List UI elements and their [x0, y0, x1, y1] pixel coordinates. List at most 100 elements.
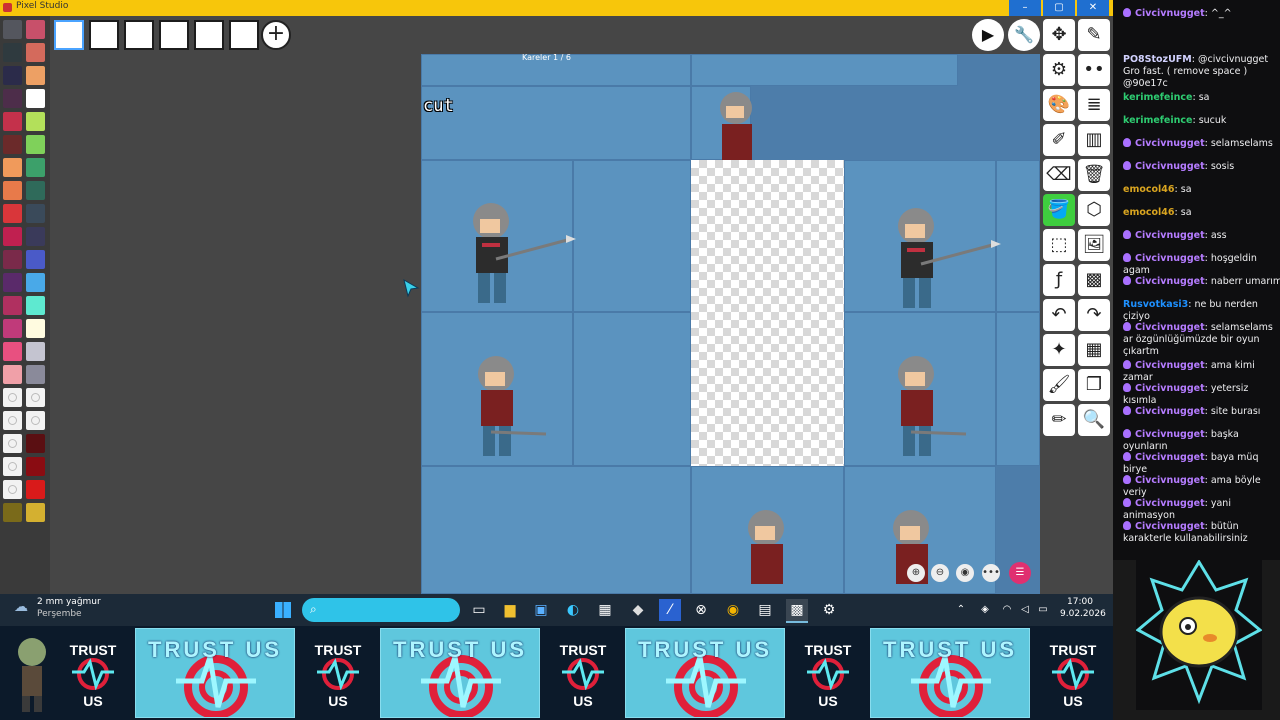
layers-icon[interactable]: ≣ — [1078, 89, 1110, 121]
color-swatch[interactable] — [3, 342, 22, 361]
calculator-icon[interactable]: ▦ — [594, 599, 616, 621]
duplicate-icon[interactable]: ❐ — [1078, 369, 1110, 401]
chat-username[interactable]: Civcivnugget — [1135, 452, 1205, 463]
tray-chevron-icon[interactable]: ⌃ — [950, 599, 972, 621]
color-swatch[interactable] — [26, 135, 45, 154]
color-swatch[interactable] — [3, 411, 22, 430]
chat-username[interactable]: Civcivnugget — [1135, 8, 1205, 19]
settings-icon[interactable]: ⚙ — [818, 599, 840, 621]
color-swatch[interactable] — [26, 66, 45, 85]
battery-icon[interactable]: ▭ — [1032, 599, 1054, 621]
color-swatch[interactable] — [3, 388, 22, 407]
frame-thumbnail[interactable] — [194, 20, 224, 50]
line-tool-icon[interactable]: ✏ — [1043, 404, 1075, 436]
frame-thumbnail[interactable] — [159, 20, 189, 50]
search-input[interactable]: ⌕ — [302, 598, 460, 622]
color-swatch[interactable] — [26, 319, 45, 338]
chat-username[interactable]: Civcivnugget — [1135, 429, 1205, 440]
task-view-icon[interactable]: ▭ — [468, 599, 490, 621]
edge-icon[interactable]: ◐ — [562, 599, 584, 621]
clock-date[interactable]: 9.02.2026 — [1060, 609, 1106, 619]
color-swatch[interactable] — [26, 158, 45, 177]
color-swatch[interactable] — [26, 204, 45, 223]
brush-icon[interactable]: 🖌 — [1043, 369, 1075, 401]
eyedropper-icon[interactable]: ✐ — [1043, 124, 1075, 156]
notepad-icon[interactable]: ▤ — [754, 599, 776, 621]
color-swatch[interactable] — [3, 480, 22, 499]
pencil-tool-icon[interactable]: ✎ — [1078, 19, 1110, 51]
chat-username[interactable]: Civcivnugget — [1135, 475, 1205, 486]
fill-icon[interactable]: 🪣 — [1043, 194, 1075, 226]
preview-icon[interactable]: ◉ — [956, 564, 974, 582]
color-swatch[interactable] — [26, 503, 45, 522]
color-swatch[interactable] — [3, 112, 22, 131]
color-swatch[interactable] — [3, 457, 22, 476]
color-swatch[interactable] — [26, 20, 45, 39]
chat-username[interactable]: Civcivnugget — [1135, 161, 1205, 172]
color-swatch[interactable] — [26, 181, 45, 200]
color-swatch[interactable] — [26, 342, 45, 361]
add-frame-button[interactable]: + — [261, 20, 291, 50]
color-swatch[interactable] — [3, 135, 22, 154]
more-icon[interactable]: ••• — [982, 564, 1000, 582]
function-icon[interactable]: ƒ — [1043, 264, 1075, 296]
windows-start-icon[interactable] — [272, 599, 294, 621]
color-swatch[interactable] — [3, 227, 22, 246]
color-swatch[interactable] — [3, 158, 22, 177]
chat-username[interactable]: Civcivnugget — [1135, 360, 1205, 371]
network-icon[interactable]: ◈ — [974, 599, 996, 621]
store-icon[interactable]: ▣ — [530, 599, 552, 621]
wrench-icon[interactable]: 🔧 — [1008, 19, 1040, 51]
chat-username[interactable]: Civcivnugget — [1135, 383, 1205, 394]
color-swatch[interactable] — [3, 89, 22, 108]
file-explorer-icon[interactable]: ▆ — [499, 599, 521, 621]
chat-username[interactable]: Civcivnugget — [1135, 406, 1205, 417]
color-swatch[interactable] — [3, 250, 22, 269]
film-icon[interactable]: ▥ — [1078, 124, 1110, 156]
chat-username[interactable]: Civcivnugget — [1135, 276, 1205, 287]
color-swatch[interactable] — [3, 181, 22, 200]
zoom-in-icon[interactable]: ⊕ — [907, 564, 925, 582]
app-icon[interactable]: ◆ — [627, 599, 649, 621]
undo-icon[interactable]: ↶ — [1043, 299, 1075, 331]
color-swatch[interactable] — [3, 365, 22, 384]
color-swatch[interactable] — [26, 365, 45, 384]
color-swatch[interactable] — [3, 296, 22, 315]
chrome-icon[interactable]: ◉ — [722, 599, 744, 621]
maximize-button[interactable]: ▢ — [1043, 0, 1075, 16]
color-swatch[interactable] — [3, 20, 22, 39]
chat-username[interactable]: Civcivnugget — [1135, 138, 1205, 149]
frame-thumbnail[interactable] — [124, 20, 154, 50]
hexagon-icon[interactable]: ⬡ — [1078, 194, 1110, 226]
color-swatch[interactable] — [3, 503, 22, 522]
color-swatch[interactable] — [26, 250, 45, 269]
chat-username[interactable]: PO8StozUFM — [1123, 54, 1192, 65]
chat-username[interactable]: kerimefeince — [1123, 115, 1192, 126]
color-swatch[interactable] — [3, 204, 22, 223]
color-swatch[interactable] — [26, 273, 45, 292]
grid-icon[interactable]: ▩ — [1078, 264, 1110, 296]
frame-thumbnail[interactable] — [54, 20, 84, 50]
image-icon[interactable]: 🖼 — [1078, 229, 1110, 261]
play-button[interactable]: ▶ — [972, 19, 1004, 51]
magic-wand-icon[interactable]: ✦ — [1043, 334, 1075, 366]
chat-username[interactable]: emocol46 — [1123, 184, 1175, 195]
editor-icon[interactable]: ⁄ — [659, 599, 681, 621]
palette-icon[interactable]: 🎨 — [1043, 89, 1075, 121]
zoom-icon[interactable]: 🔍 — [1078, 404, 1110, 436]
xbox-icon[interactable]: ⊗ — [690, 599, 712, 621]
color-swatch[interactable] — [26, 296, 45, 315]
chat-username[interactable]: Rusvotkasi3 — [1123, 299, 1188, 310]
minimize-button[interactable]: – — [1009, 0, 1041, 16]
clock-time[interactable]: 17:00 — [1067, 597, 1093, 607]
move-tool-icon[interactable]: ✥ — [1043, 19, 1075, 51]
frame-thumbnail[interactable] — [229, 20, 259, 50]
color-swatch[interactable] — [26, 89, 45, 108]
chat-username[interactable]: Civcivnugget — [1135, 253, 1205, 264]
redo-icon[interactable]: ↷ — [1078, 299, 1110, 331]
frame-thumbnail[interactable] — [89, 20, 119, 50]
canvas[interactable]: ⊕ ⊖ ◉ ••• ☰ — [421, 54, 1040, 594]
color-swatch[interactable] — [3, 273, 22, 292]
color-swatch[interactable] — [26, 388, 45, 407]
grid-toggle-icon[interactable]: ▦ — [1078, 334, 1110, 366]
